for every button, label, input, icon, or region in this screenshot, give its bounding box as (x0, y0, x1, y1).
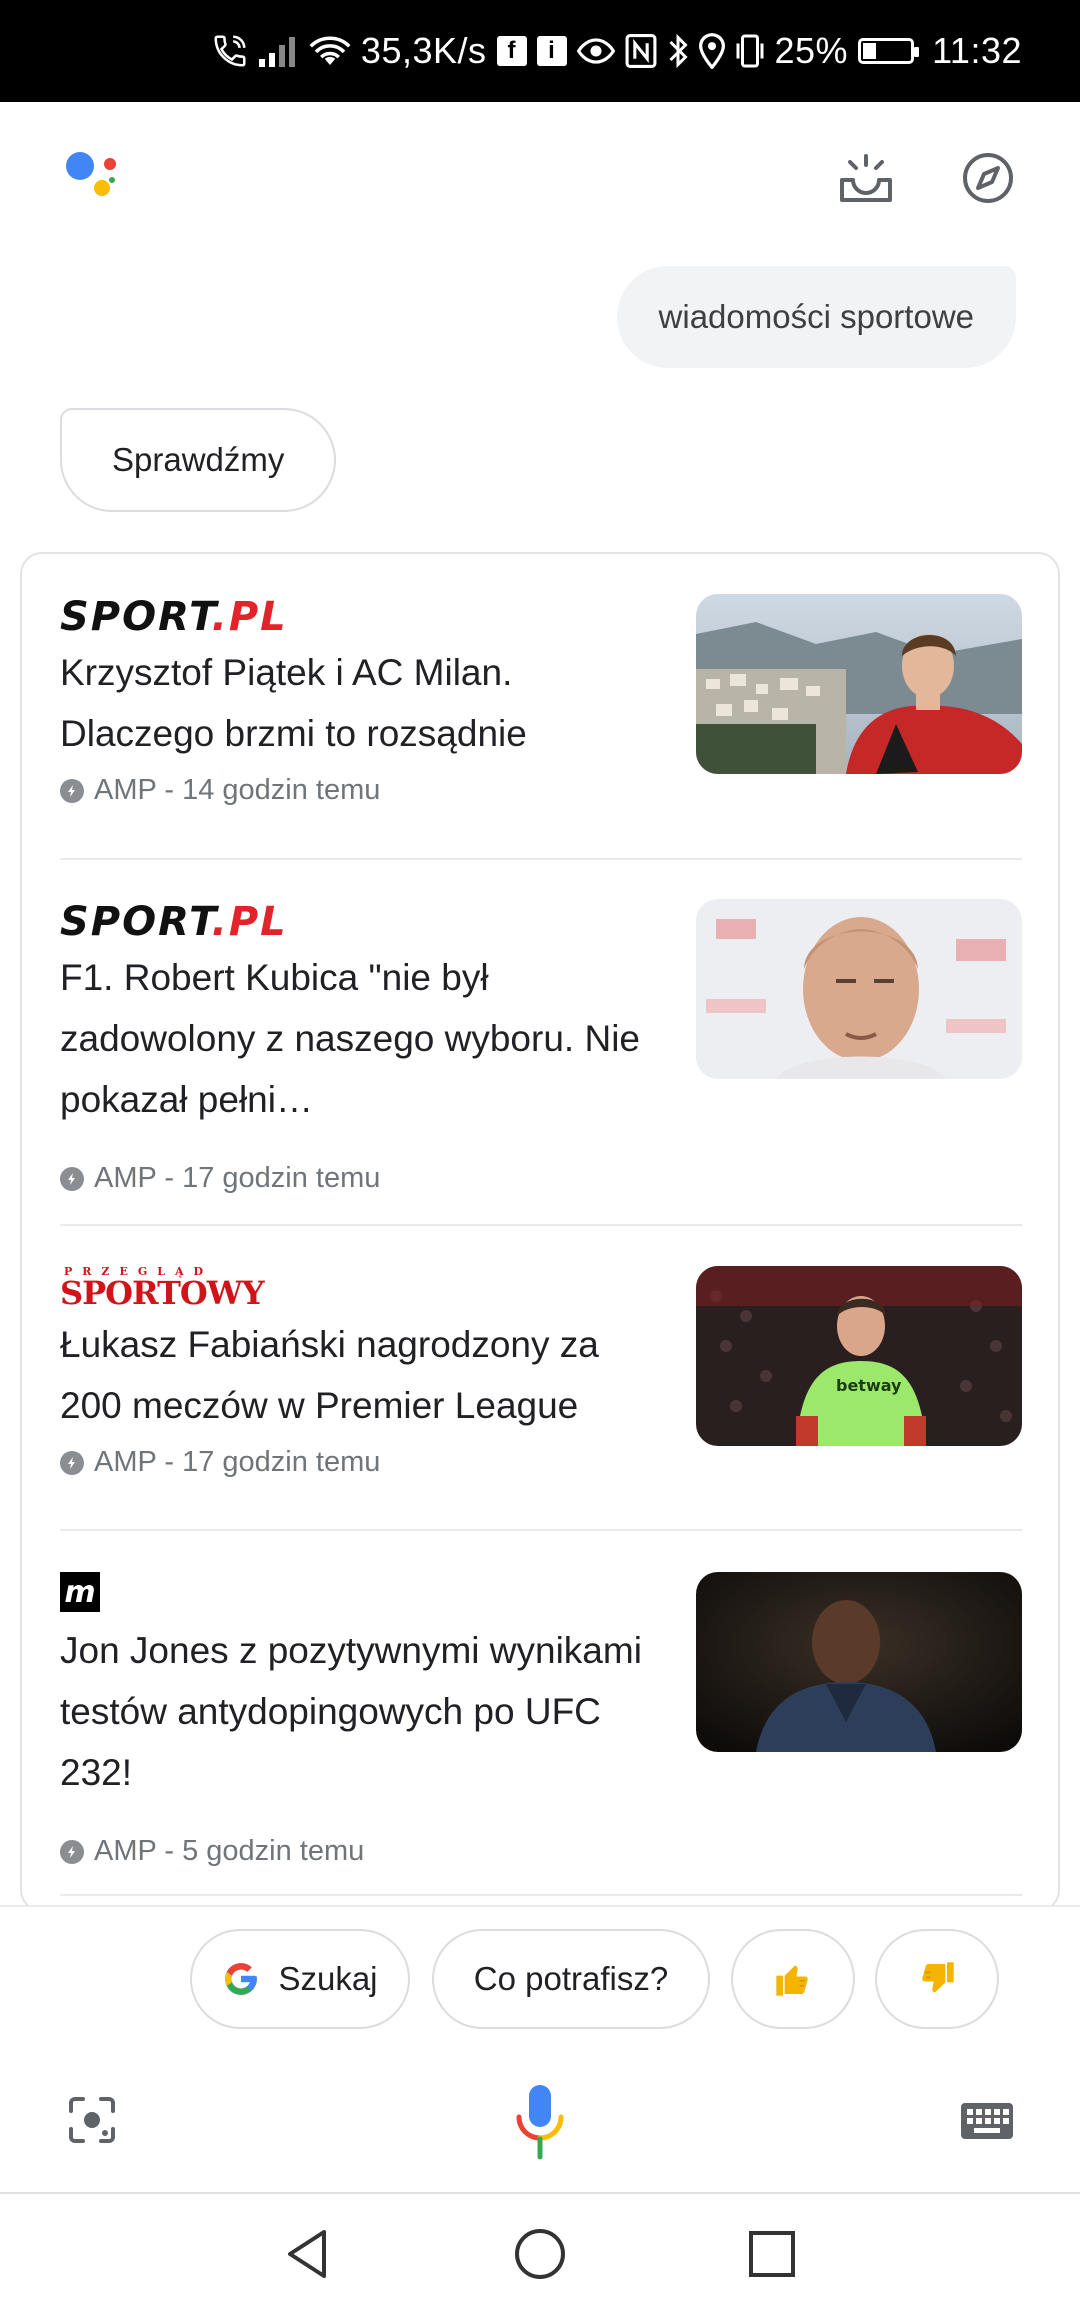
input-bar (0, 2060, 1080, 2190)
news-thumbnail[interactable] (696, 594, 1022, 774)
info-icon: i (536, 36, 567, 66)
news-card: SPORT.PL Krzysztof Piątek i AC Milan. Dl… (20, 552, 1060, 1912)
battery-icon (858, 38, 920, 64)
news-headline[interactable]: Jon Jones z pozytywnymi wynikami testów … (60, 1620, 660, 1803)
google-g-icon (225, 1963, 258, 1995)
news-item[interactable]: SPORT.PL F1. Robert Kubica "nie był zado… (60, 899, 1022, 1229)
thumbs-down-icon (922, 1962, 954, 1993)
capabilities-chip[interactable]: Co potrafisz? (432, 1929, 710, 2029)
system-nav-bar (0, 2192, 1080, 2310)
bluetooth-icon (667, 31, 689, 71)
amp-bolt-icon (60, 1450, 84, 1475)
news-meta: AMP - 14 godzin temu (60, 774, 380, 807)
news-item[interactable]: SPORT.PL Krzysztof Piątek i AC Milan. Dl… (60, 594, 1022, 864)
network-speed: 35,3K/s (360, 30, 487, 71)
sport-pl-logo: SPORT.PL (60, 594, 288, 640)
phone-wifi-call-icon (211, 31, 249, 71)
back-triangle-icon[interactable] (276, 2222, 340, 2286)
facebook-icon: f (496, 36, 527, 66)
amp-bolt-icon (60, 1166, 84, 1191)
lens-icon[interactable] (62, 2090, 122, 2150)
news-thumbnail[interactable] (696, 1572, 1022, 1752)
sport-pl-logo: SPORT.PL (60, 899, 288, 945)
news-thumbnail[interactable]: betway (696, 1266, 1022, 1446)
news-meta: AMP - 5 godzin temu (60, 1835, 364, 1868)
signal-icon (258, 31, 299, 71)
thumbs-up-icon (776, 1965, 808, 1996)
clock: 11:32 (932, 30, 1022, 71)
svg-text:betway: betway (836, 1376, 902, 1395)
search-chip-label: Szukaj (278, 1960, 378, 1997)
microphone-icon[interactable] (508, 2078, 572, 2168)
search-chip[interactable]: Szukaj (190, 1929, 410, 2029)
news-headline[interactable]: Łukasz Fabiański nagrodzony za 200 meczó… (60, 1314, 660, 1436)
eye-icon (576, 31, 615, 71)
news-item[interactable]: m Jon Jones z pozytywnymi wynikami testó… (60, 1572, 1022, 1902)
snapshot-sunrise-icon[interactable] (834, 146, 898, 210)
divider (60, 1529, 1022, 1531)
battery-percent: 25% (774, 30, 849, 71)
divider (60, 858, 1022, 860)
thumbs-down-chip[interactable] (875, 1929, 999, 2029)
news-headline[interactable]: Krzysztof Piątek i AC Milan. Dlaczego br… (60, 642, 660, 764)
user-query-bubble: wiadomości sportowe (616, 266, 1016, 368)
wifi-icon (309, 31, 351, 71)
divider (60, 1894, 1022, 1896)
news-meta: AMP - 17 godzin temu (60, 1446, 380, 1479)
location-icon (698, 31, 725, 71)
home-circle-icon[interactable] (508, 2222, 572, 2286)
compass-icon[interactable] (956, 146, 1020, 210)
thumbs-up-chip[interactable] (731, 1929, 855, 2029)
google-assistant-logo (60, 144, 124, 208)
news-headline[interactable]: F1. Robert Kubica "nie był zadowolony z … (60, 947, 660, 1130)
assistant-reply-bubble: Sprawdźmy (60, 408, 337, 512)
news-thumbnail[interactable] (696, 899, 1022, 1079)
keyboard-icon[interactable] (956, 2096, 1018, 2146)
status-bar: 35,3K/s f i 25% 11:32 (0, 0, 1080, 102)
mma-source-logo: m (60, 1572, 100, 1612)
amp-bolt-icon (60, 778, 84, 803)
nfc-icon (625, 31, 657, 71)
amp-bolt-icon (60, 1839, 84, 1864)
recents-square-icon[interactable] (740, 2222, 804, 2286)
news-meta: AMP - 17 godzin temu (60, 1162, 380, 1195)
vibrate-icon (735, 31, 765, 71)
capabilities-chip-label: Co potrafisz? (473, 1960, 669, 1997)
divider (60, 1224, 1022, 1226)
news-item[interactable]: PRZEGLĄD SPORTOWY Łukasz Fabiański nagro… (60, 1266, 1022, 1516)
przeglad-sportowy-logo: PRZEGLĄD SPORTOWY (60, 1265, 265, 1312)
assistant-header (0, 102, 1080, 242)
